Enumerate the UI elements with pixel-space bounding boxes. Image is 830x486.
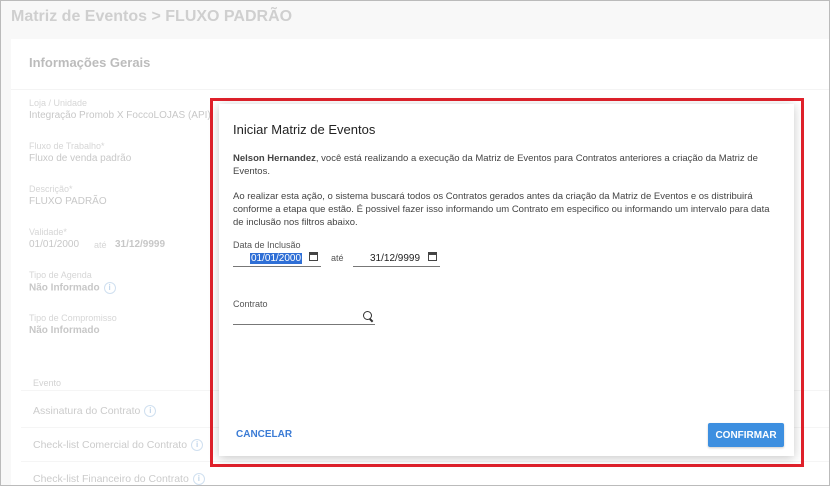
date-from-value: 01/01/2000 (250, 253, 303, 264)
confirm-button[interactable]: CONFIRMAR (708, 423, 784, 447)
start-matrix-dialog: Iniciar Matriz de Eventos Nelson Hernand… (219, 104, 794, 456)
dialog-title: Iniciar Matriz de Eventos (233, 122, 376, 137)
date-ate: até (331, 253, 344, 263)
contrato-input[interactable] (233, 308, 375, 325)
search-icon[interactable] (363, 311, 372, 320)
calendar-icon[interactable] (428, 252, 437, 261)
dialog-paragraph-1: Nelson Hernandez, você está realizando a… (233, 152, 781, 178)
user-name: Nelson Hernandez (233, 153, 316, 164)
date-to-value: 31/12/9999 (370, 253, 421, 264)
date-label: Data de Inclusão (233, 240, 301, 250)
dialog-paragraph-2: Ao realizar esta ação, o sistema buscará… (233, 191, 770, 228)
date-to-input[interactable]: 31/12/9999 (353, 250, 440, 267)
date-from-input[interactable]: 01/01/2000 (233, 250, 321, 267)
cancel-button[interactable]: CANCELAR (236, 429, 292, 440)
calendar-icon[interactable] (309, 252, 318, 261)
